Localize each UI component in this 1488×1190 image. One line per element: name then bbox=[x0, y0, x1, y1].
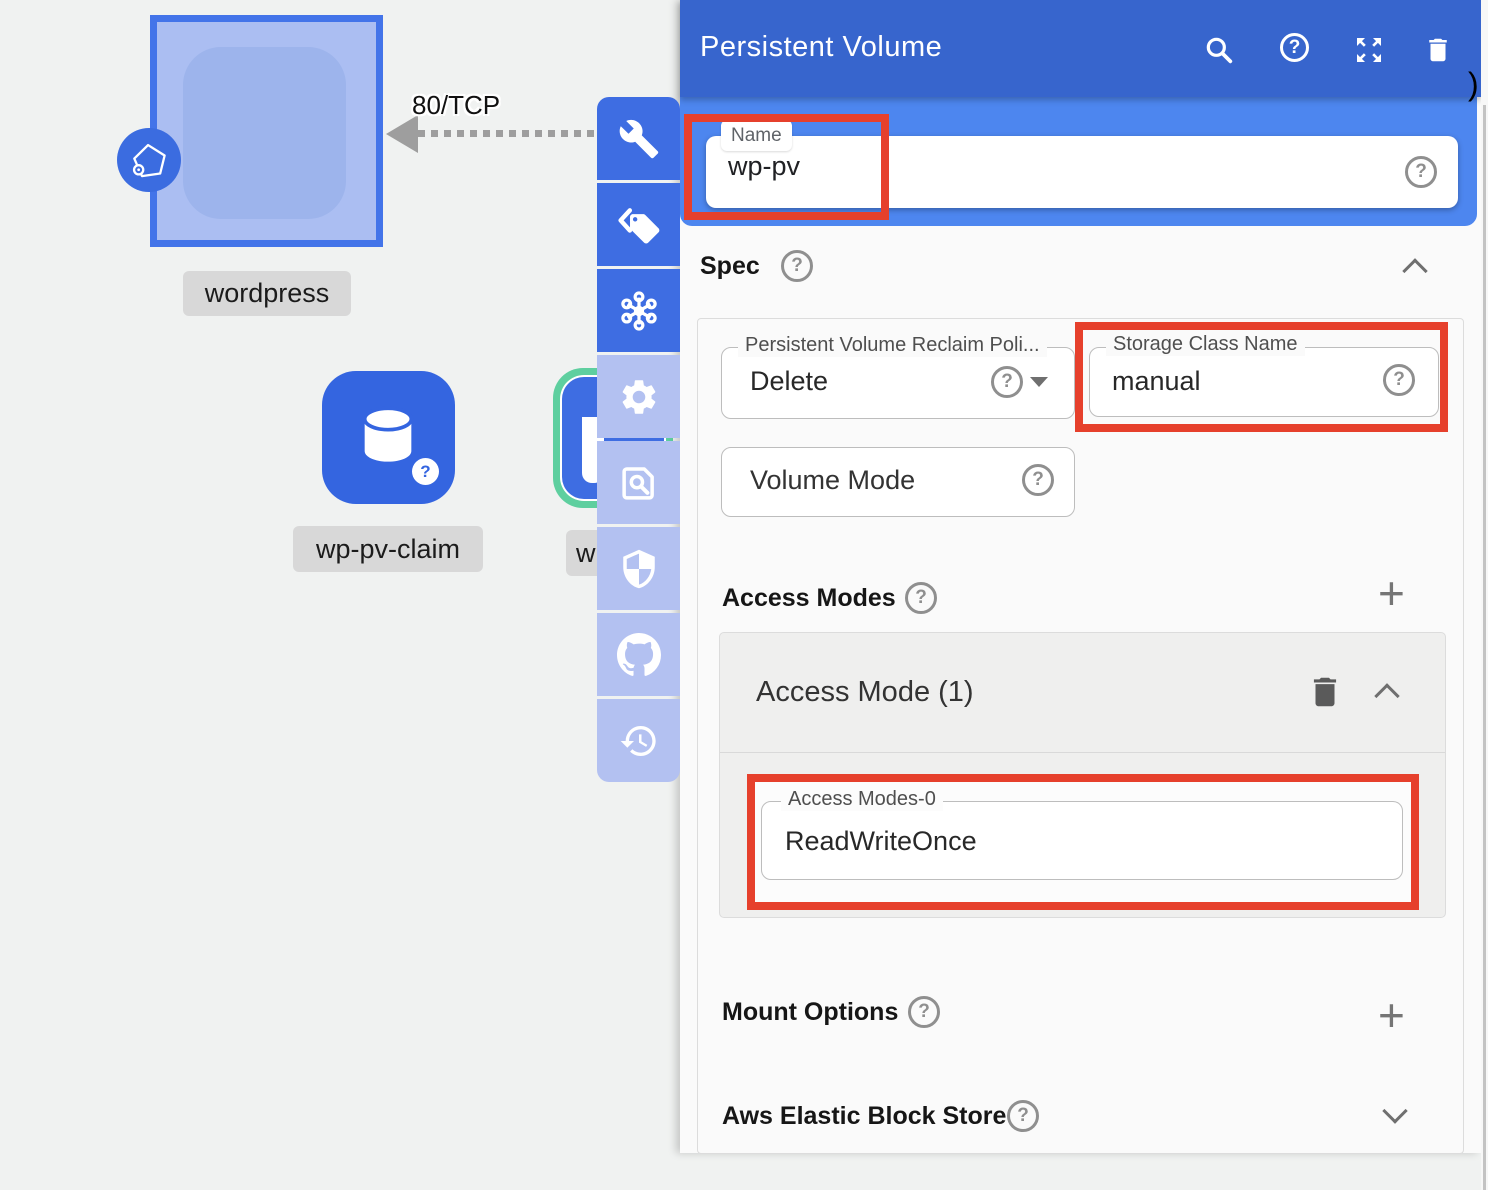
toolbar-button-wrench[interactable] bbox=[597, 97, 680, 180]
wordpress-node-inner[interactable] bbox=[183, 47, 346, 219]
gear-icon bbox=[618, 376, 660, 418]
access-modes-add-icon[interactable]: + bbox=[1378, 578, 1405, 608]
wp-pv-claim-label: wp-pv-claim bbox=[293, 526, 483, 572]
name-help-icon[interactable]: ? bbox=[1405, 156, 1437, 188]
toolbar-button-history[interactable] bbox=[597, 699, 680, 782]
highlight-name bbox=[684, 114, 889, 220]
mount-options-add-icon[interactable]: + bbox=[1378, 1000, 1405, 1030]
spec-help-icon[interactable]: ? bbox=[781, 250, 813, 282]
reclaim-policy-value: Delete bbox=[750, 366, 828, 397]
help-icon[interactable]: ? bbox=[1280, 33, 1309, 62]
delete-icon[interactable] bbox=[1421, 33, 1455, 67]
access-mode-card-title: Access Mode (1) bbox=[756, 676, 974, 709]
wrench-icon bbox=[618, 118, 660, 160]
github-icon bbox=[617, 633, 661, 677]
toolbar-button-hub[interactable] bbox=[597, 269, 680, 352]
mount-options-title: Mount Options bbox=[722, 998, 898, 1027]
highlight-access-mode: Access Modes-0 ReadWriteOnce bbox=[747, 774, 1419, 910]
toolbar-button-search-document[interactable] bbox=[597, 441, 680, 524]
history-icon bbox=[619, 721, 659, 761]
search-icon[interactable] bbox=[1202, 33, 1236, 67]
aws-ebs-title: Aws Elastic Block Store bbox=[722, 1102, 1006, 1131]
highlight-storage-class bbox=[1075, 322, 1448, 432]
mount-options-help-icon[interactable]: ? bbox=[908, 996, 940, 1028]
access-modes-0-value: ReadWriteOnce bbox=[785, 826, 977, 857]
access-modes-title: Access Modes bbox=[722, 584, 896, 613]
edge-80-tcp bbox=[418, 130, 598, 137]
reclaim-policy-caret-icon[interactable] bbox=[1030, 377, 1048, 387]
access-mode-delete-icon[interactable] bbox=[1306, 673, 1344, 711]
reclaim-policy-help-icon[interactable]: ? bbox=[991, 366, 1023, 398]
pod-badge[interactable] bbox=[117, 128, 181, 192]
access-modes-help-icon[interactable]: ? bbox=[905, 582, 937, 614]
access-mode-collapse-icon[interactable] bbox=[1374, 683, 1399, 708]
tags-icon bbox=[617, 203, 661, 247]
toolbar-button-tags[interactable] bbox=[597, 183, 680, 266]
wordpress-label: wordpress bbox=[183, 271, 351, 316]
toolbar bbox=[597, 97, 680, 782]
app-canvas: { "glyphs": { "help": "?", "plus": "+", … bbox=[0, 0, 1488, 1190]
spec-collapse-icon[interactable] bbox=[1402, 258, 1427, 283]
question-badge: ? bbox=[412, 458, 439, 485]
aws-ebs-help-icon[interactable]: ? bbox=[1007, 1100, 1039, 1132]
access-modes-0-label: Access Modes-0 bbox=[781, 788, 943, 811]
toolbar-button-security[interactable] bbox=[597, 527, 680, 610]
spec-title: Spec bbox=[700, 252, 760, 281]
wp-pv-claim-node[interactable]: ? bbox=[322, 371, 455, 504]
scrollbar[interactable] bbox=[1483, 105, 1486, 1190]
hub-icon bbox=[616, 288, 662, 334]
panel-title: Persistent Volume bbox=[700, 31, 942, 64]
reclaim-policy-label: Persistent Volume Reclaim Poli... bbox=[738, 334, 1047, 357]
shield-icon bbox=[618, 548, 660, 590]
stray-paren: ) bbox=[1468, 66, 1479, 103]
panel-header: Persistent Volume ? bbox=[680, 0, 1481, 97]
fullscreen-icon[interactable] bbox=[1352, 33, 1386, 67]
search-document-icon bbox=[618, 462, 660, 504]
edge-label: 80/TCP bbox=[412, 90, 500, 121]
volume-mode-help-icon[interactable]: ? bbox=[1022, 464, 1054, 496]
access-mode-card-header: Access Mode (1) bbox=[720, 633, 1445, 753]
toolbar-button-github[interactable] bbox=[597, 613, 680, 696]
toolbar-button-settings[interactable] bbox=[597, 355, 680, 438]
volume-mode-label: Volume Mode bbox=[750, 465, 915, 496]
pod-pentagon-icon bbox=[126, 137, 172, 183]
